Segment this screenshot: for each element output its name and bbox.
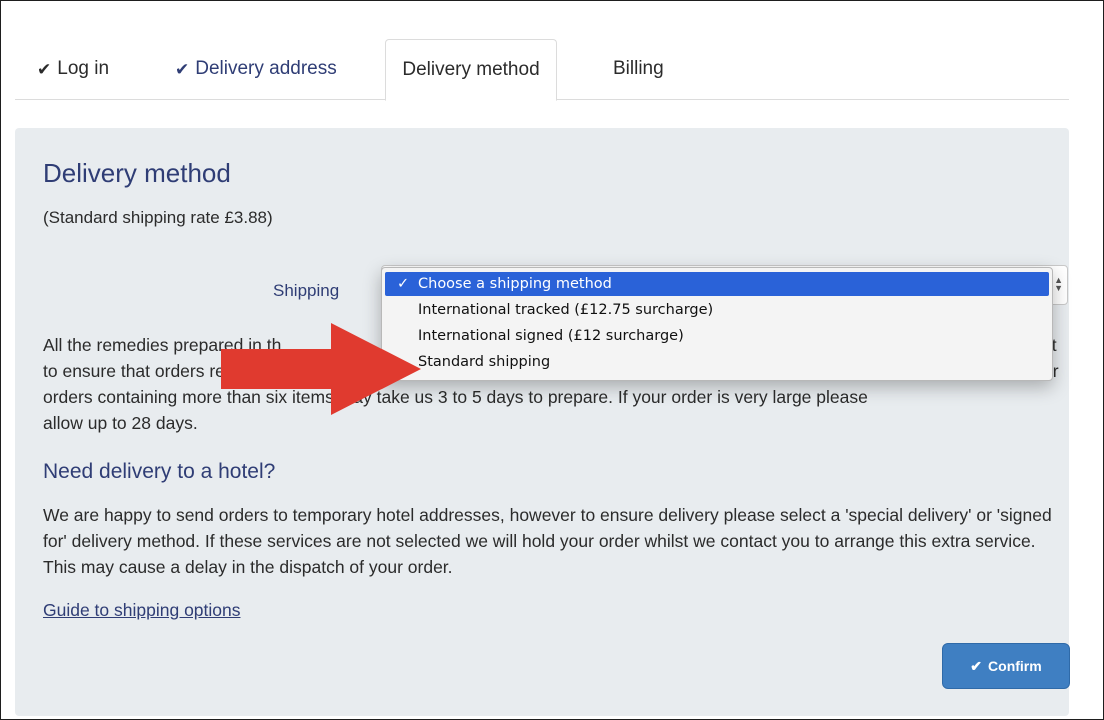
tab-delivery-address[interactable]: ✔ Delivery address [175,39,337,99]
shipping-dropdown-menu: ✓ Choose a shipping method International… [381,267,1053,381]
shipping-option-choose[interactable]: ✓ Choose a shipping method [385,272,1049,296]
shipping-option-international-tracked[interactable]: International tracked (£12.75 surcharge) [382,298,1052,322]
option-label: Standard shipping [418,354,551,370]
check-icon: ✔ [37,60,52,79]
shipping-rate-note: (Standard shipping rate £3.88) [43,208,273,227]
page-frame: ✔ Log in ✔ Delivery address Delivery met… [0,0,1104,720]
tab-log-in[interactable]: ✔ Log in [37,39,109,99]
option-label: Choose a shipping method [418,276,612,292]
shipping-label: Shipping [273,281,340,300]
paragraph-line: orders containing more than six items ma… [43,387,868,407]
checkmark-icon: ✓ [397,276,410,292]
select-arrows-icon: ▲ ▼ [1054,275,1063,293]
page-title: Delivery method [43,158,231,188]
hotel-paragraph: We are happy to send orders to temporary… [43,505,1052,577]
checkout-tabs: ✔ Log in ✔ Delivery address Delivery met… [15,39,1069,101]
shipping-option-international-signed[interactable]: International signed (£12 surcharge) [382,324,1052,348]
tab-billing[interactable]: Billing [613,39,664,99]
red-arrow-icon [221,323,421,415]
option-label: International signed (£12 surcharge) [418,328,684,344]
confirm-label: Confirm [988,658,1042,674]
hotel-heading: Need delivery to a hotel? [43,460,276,483]
tab-delivery-method[interactable]: Delivery method [385,39,557,101]
guide-to-shipping-link[interactable]: Guide to shipping options [43,600,241,621]
tab-label: Delivery method [402,59,540,80]
tab-label: Billing [613,58,664,79]
shipping-option-standard[interactable]: Standard shipping [382,350,1052,374]
check-icon: ✔ [970,657,983,674]
confirm-button[interactable]: ✔ Confirm [942,643,1070,689]
tab-label: Delivery address [195,58,337,79]
tab-label: Log in [57,58,110,79]
paragraph-line: allow up to 28 days. [43,413,198,433]
option-label: International tracked (£12.75 surcharge) [418,302,714,318]
check-icon: ✔ [175,60,190,79]
delivery-method-panel: Delivery method (Standard shipping rate … [15,128,1070,716]
